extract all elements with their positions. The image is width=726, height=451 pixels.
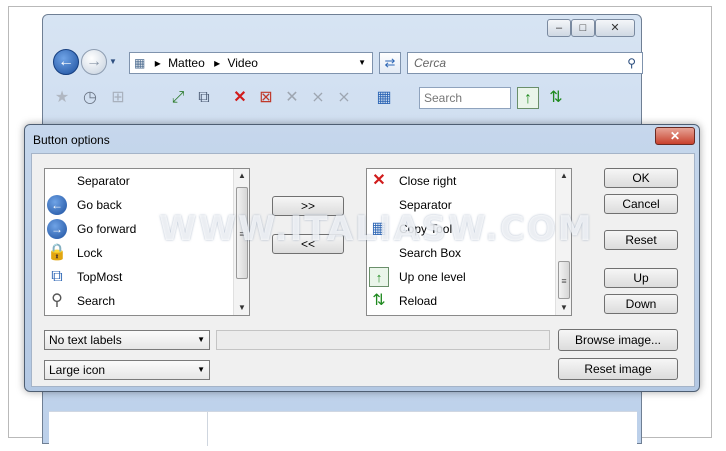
topmost-icon: ⧉ (51, 268, 63, 285)
ok-button[interactable]: OK (604, 168, 678, 188)
close-other-icon[interactable]: ⨯ (307, 87, 329, 109)
dialog-title: Button options (33, 133, 110, 147)
folder-video-icon: ▦ (134, 56, 146, 70)
scroll-down-icon[interactable]: ▼ (556, 301, 571, 315)
search-input[interactable]: Cerca ⚲ (407, 52, 643, 74)
copy-window-icon[interactable]: ⧉ (193, 87, 215, 109)
list-item-label: Go forward (77, 222, 137, 236)
address-row: ← → ▼ ▦ ▸ Matteo ▸ Video ▼ ⇄ Cerca ⚲ (51, 49, 643, 77)
list-item-label: TopMost (77, 270, 123, 284)
close-window-button[interactable]: ✕ (595, 19, 635, 37)
list-item-label: Close right (399, 174, 457, 188)
icon-size-select[interactable]: Large icon ▼ (44, 360, 210, 380)
close-tab-icon[interactable]: ✕ (229, 87, 251, 109)
copy-tool-toolbar-icon[interactable]: ▦ (373, 87, 395, 109)
image-path-field (216, 330, 550, 350)
list-item[interactable]: ⚲ Search (45, 289, 233, 313)
list-item[interactable]: Separator (45, 169, 233, 193)
reload-toolbar-icon[interactable]: ⇅ (545, 87, 567, 109)
close-left-icon[interactable]: ⊠ (255, 87, 277, 109)
back-button[interactable]: ← (53, 49, 79, 75)
explorer-content (49, 411, 637, 446)
search-placeholder: Cerca (414, 56, 447, 70)
list-item[interactable]: ✕ Close right (367, 169, 555, 193)
toolbar: ★ ◷ ⊞ ⤢ ⧉ ✕ ⊠ ✕ ⨯ ⨯ ▦ Search ↑ ⇅ (49, 83, 637, 115)
list-item-label: Go back (77, 198, 122, 212)
list-item-label: Separator (77, 174, 130, 188)
back-arrow-icon: ← (47, 195, 67, 215)
toolbar-search-input[interactable]: Search (419, 87, 511, 109)
dialog-client-area: Separator ← Go back → Go forward 🔒 Lock … (31, 153, 695, 387)
scroll-up-icon[interactable]: ▲ (556, 169, 571, 183)
address-bar[interactable]: ▦ ▸ Matteo ▸ Video ▼ (129, 52, 373, 74)
up-level-icon: ↑ (369, 267, 389, 287)
text-label-select-value: No text labels (49, 333, 122, 347)
down-button[interactable]: Down (604, 294, 678, 314)
up-level-toolbar-icon[interactable]: ↑ (517, 87, 539, 109)
scroll-thumb[interactable]: ≡ (558, 261, 570, 299)
cancel-button[interactable]: Cancel (604, 194, 678, 214)
close-right-toolbar-icon[interactable]: ⨯ (333, 87, 355, 109)
lock-icon: 🔒 (47, 244, 67, 261)
watermark: WWW.ITALIASW.COM (159, 209, 594, 249)
scroll-up-icon[interactable]: ▲ (234, 169, 249, 183)
text-label-select[interactable]: No text labels ▼ (44, 330, 210, 350)
history-dropdown-icon[interactable]: ▼ (109, 57, 117, 66)
refresh-icon[interactable]: ⇄ (379, 52, 401, 74)
breadcrumb-item[interactable]: Matteo (168, 56, 205, 70)
breadcrumb-separator-icon: ▸ (214, 56, 221, 70)
reset-button[interactable]: Reset (604, 230, 678, 250)
maximize-button[interactable]: □ (571, 19, 595, 37)
dialog-close-button[interactable]: ✕ (655, 127, 695, 145)
history-clock-icon[interactable]: ◷ (79, 87, 101, 109)
chevron-down-icon: ▼ (197, 335, 205, 344)
button-options-dialog: Button options ✕ Separator ← Go back → G… (24, 124, 700, 392)
reload-icon: ⇅ (372, 292, 386, 309)
close-all-icon[interactable]: ✕ (281, 87, 303, 109)
list-item-label: Reload (399, 294, 438, 308)
minimize-button[interactable]: – (547, 19, 571, 37)
browse-image-button[interactable]: Browse image... (558, 329, 678, 351)
topmost-toolbar-icon[interactable]: ⤢ (167, 87, 189, 109)
search-icon[interactable]: ⚲ (627, 53, 636, 73)
list-item[interactable]: ↑ Up one level (367, 265, 555, 289)
magnifier-icon: ⚲ (51, 292, 63, 309)
list-item-label: Up one level (399, 270, 466, 284)
toolbar-search-placeholder: Search (424, 91, 463, 105)
list-item[interactable]: ⧉ TopMost (45, 265, 233, 289)
breadcrumb-separator-icon: ▸ (154, 56, 161, 70)
chevron-down-icon: ▼ (197, 365, 205, 374)
forward-button[interactable]: → (81, 49, 107, 75)
list-item-label: Search (77, 294, 116, 308)
breadcrumb-item[interactable]: Video (227, 56, 257, 70)
list-item[interactable]: ⇅ Reload (367, 289, 555, 313)
close-right-icon: ✕ (372, 172, 386, 189)
reset-image-button[interactable]: Reset image (558, 358, 678, 380)
icon-size-select-value: Large icon (49, 363, 106, 377)
address-dropdown-icon[interactable]: ▼ (358, 53, 366, 73)
favorite-star-icon[interactable]: ★ (51, 87, 73, 109)
scroll-down-icon[interactable]: ▼ (234, 301, 249, 315)
up-button[interactable]: Up (604, 268, 678, 288)
forward-arrow-icon: → (47, 219, 67, 239)
windows-logo-icon[interactable]: ⊞ (107, 87, 129, 109)
list-item-label: Lock (77, 246, 103, 260)
